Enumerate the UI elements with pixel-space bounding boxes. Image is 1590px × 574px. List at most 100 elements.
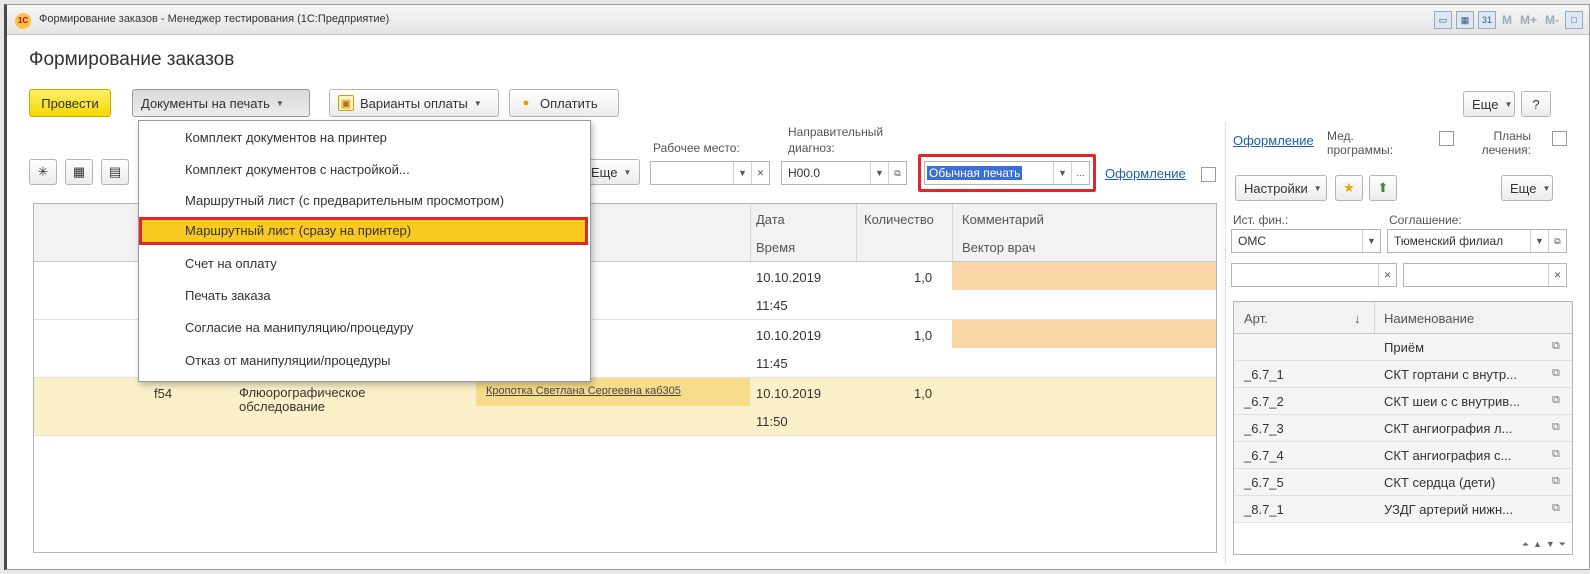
date-icon[interactable]: 31 (1477, 11, 1496, 29)
list-item[interactable]: _8.7_1 УЗДГ артерий нижн... ⧉ (1234, 496, 1572, 523)
pay-button[interactable]: ● Оплатить (509, 89, 619, 117)
list-item[interactable]: _6.7_3 СКТ ангиография л... ⧉ (1234, 415, 1572, 442)
list-icon[interactable]: ▤ (101, 159, 129, 185)
dropdown-icon[interactable]: ▼ (733, 162, 751, 184)
dropdown-icon[interactable]: ▼ (1530, 230, 1548, 252)
clear-icon[interactable]: ✕ (1378, 264, 1396, 286)
table-row-selected[interactable]: f54 Флюорографическое обследование Кропо… (34, 378, 1216, 436)
menu-item-route-sheet-printer[interactable]: Маршрутный лист (сразу на принтер) (139, 217, 588, 245)
list-item[interactable]: _6.7_2 СКТ шеи с с внутрив... ⧉ (1234, 388, 1572, 415)
list-item[interactable]: _6.7_1 СКТ гортани с внутр... ⧉ (1234, 361, 1572, 388)
payment-icon: ▣ (338, 95, 354, 111)
design-checkbox[interactable] (1201, 167, 1216, 182)
med-programs-checkbox[interactable] (1439, 131, 1454, 146)
chevron-down-icon: ▼ (623, 167, 632, 177)
open-icon: ⧉ (1552, 421, 1560, 433)
diagnosis-field[interactable]: Н00.0 ▼ ⧉ (781, 161, 907, 185)
open-icon: ⧉ (1552, 448, 1560, 460)
col-name[interactable]: Наименование (1384, 311, 1474, 326)
open-icon[interactable]: ⧉ (1548, 230, 1566, 252)
clear-icon[interactable]: ✕ (1548, 264, 1566, 286)
panel-separator (1225, 123, 1226, 563)
search-field-2[interactable]: ✕ (1403, 263, 1567, 287)
list-item[interactable]: Приём ⧉ (1234, 334, 1572, 361)
window-icon[interactable]: □ (1565, 11, 1583, 29)
chevron-down-icon: ▼ (1542, 183, 1551, 193)
services-table-header: Арт. ↓ Наименование (1234, 302, 1572, 334)
calendar-icon[interactable]: ▭ (1433, 11, 1452, 29)
col-doctor[interactable]: Вектор врач (962, 240, 1035, 255)
design-link[interactable]: Оформление (1105, 166, 1186, 181)
diagnosis-label-2: диагноз: (788, 141, 835, 155)
memory-plus-button[interactable]: M+ (1518, 13, 1539, 27)
star-icon[interactable]: ★ (1335, 175, 1363, 201)
open-icon: ⧉ (1552, 340, 1560, 352)
menu-item-doc-set-settings[interactable]: Комплект документов с настройкой... (139, 156, 590, 184)
scroll-up-icon[interactable]: ▲ (1533, 539, 1542, 550)
open-icon: ⧉ (1552, 394, 1560, 406)
post-button[interactable]: Провести (29, 89, 111, 117)
col-quantity[interactable]: Количество (864, 212, 934, 227)
chevron-down-icon: ▼ (473, 98, 482, 108)
app-logo: 1С (15, 13, 31, 29)
more-button[interactable]: Еще ▼ (1463, 91, 1515, 117)
open-icon: ⧉ (1552, 475, 1560, 487)
print-mode-field[interactable]: Обычная печать ▼ … (924, 161, 1090, 185)
col-date[interactable]: Дата (756, 212, 785, 227)
grid-icon[interactable]: ▦ (65, 159, 93, 185)
services-table: Арт. ↓ Наименование Приём ⧉ _6.7_1 СКТ гор… (1233, 301, 1573, 555)
add-icon[interactable]: ⬆ (1369, 175, 1397, 201)
memory-minus-button[interactable]: M- (1543, 13, 1561, 27)
col-comment[interactable]: Комментарий (962, 212, 1044, 227)
more-dots-icon[interactable]: … (1071, 162, 1089, 184)
diagnosis-label: Направительный (788, 125, 884, 139)
menu-item-print-order[interactable]: Печать заказа (139, 282, 590, 310)
agreement-field[interactable]: Тюменский филиал ▼ ⧉ (1387, 229, 1567, 253)
fin-source-field[interactable]: ОМС ▼ (1231, 229, 1381, 253)
dropdown-icon[interactable]: ▼ (870, 162, 888, 184)
sort-arrow-icon[interactable]: ↓ (1354, 311, 1361, 326)
title-bar-tools: ▭ ▦ 31 M M+ M- □ (1433, 11, 1583, 29)
open-icon[interactable]: ⧉ (888, 162, 906, 184)
right-design-link[interactable]: Оформление (1233, 133, 1314, 148)
page-title: Формирование заказов (29, 49, 235, 70)
search-field-1[interactable]: ✕ (1231, 263, 1397, 287)
treatment-plans-checkbox[interactable] (1552, 131, 1567, 146)
dropdown-icon[interactable]: ▼ (1053, 162, 1071, 184)
doctor-link[interactable]: Кропотка Светлана Сергеевна каб305 (486, 385, 681, 397)
print-documents-button[interactable]: Документы на печать ▼ (132, 89, 310, 117)
menu-item-refusal[interactable]: Отказ от манипуляции/процедуры (139, 347, 590, 375)
workplace-field[interactable]: ▼ ✕ (650, 161, 770, 185)
list-item[interactable]: _6.7_4 СКТ ангиография с... ⧉ (1234, 442, 1572, 469)
open-icon: ⧉ (1552, 367, 1560, 379)
filter-icon[interactable]: ✳ (29, 159, 57, 185)
comment-cell[interactable] (952, 262, 1216, 290)
print-documents-menu: Комплект документов на принтер Комплект … (138, 120, 591, 382)
menu-item-invoice[interactable]: Счет на оплату (139, 250, 590, 278)
fin-source-label: Ист. фин.: (1233, 213, 1289, 227)
col-time[interactable]: Время (756, 240, 795, 255)
payment-options-button[interactable]: ▣ Варианты оплаты ▼ (329, 89, 499, 117)
menu-item-doc-set-printer[interactable]: Комплект документов на принтер (139, 124, 590, 152)
open-icon: ⧉ (1552, 502, 1560, 514)
scroll-bottom-icon[interactable]: ⏷ (1559, 539, 1566, 550)
help-button[interactable]: ? (1521, 91, 1551, 117)
scroll-top-icon[interactable]: ⏶ (1522, 539, 1529, 550)
scroll-down-icon[interactable]: ▼ (1546, 539, 1555, 550)
chevron-down-icon: ▼ (275, 98, 284, 108)
dropdown-icon[interactable]: ▼ (1362, 230, 1380, 252)
right-more-button[interactable]: Еще ▼ (1501, 175, 1553, 201)
treatment-plans-label: Планы лечения: (1481, 129, 1531, 157)
settings-button[interactable]: Настройки ▼ (1235, 175, 1327, 201)
menu-item-route-sheet-preview[interactable]: Маршрутный лист (с предварительным просм… (139, 187, 590, 215)
med-programs-label: Мед. программы: (1327, 129, 1394, 157)
chevron-down-icon: ▼ (1504, 99, 1513, 109)
memory-m-button[interactable]: M (1500, 13, 1514, 27)
menu-item-consent[interactable]: Согласие на манипуляцию/процедуру (139, 314, 590, 342)
calc-icon[interactable]: ▦ (1455, 11, 1474, 29)
comment-cell[interactable] (952, 320, 1216, 348)
clear-icon[interactable]: ✕ (751, 162, 769, 184)
list-item[interactable]: _6.7_5 СКТ сердца (дети) ⧉ (1234, 469, 1572, 496)
agreement-label: Соглашение: (1389, 213, 1462, 227)
col-art[interactable]: Арт. (1244, 311, 1268, 326)
